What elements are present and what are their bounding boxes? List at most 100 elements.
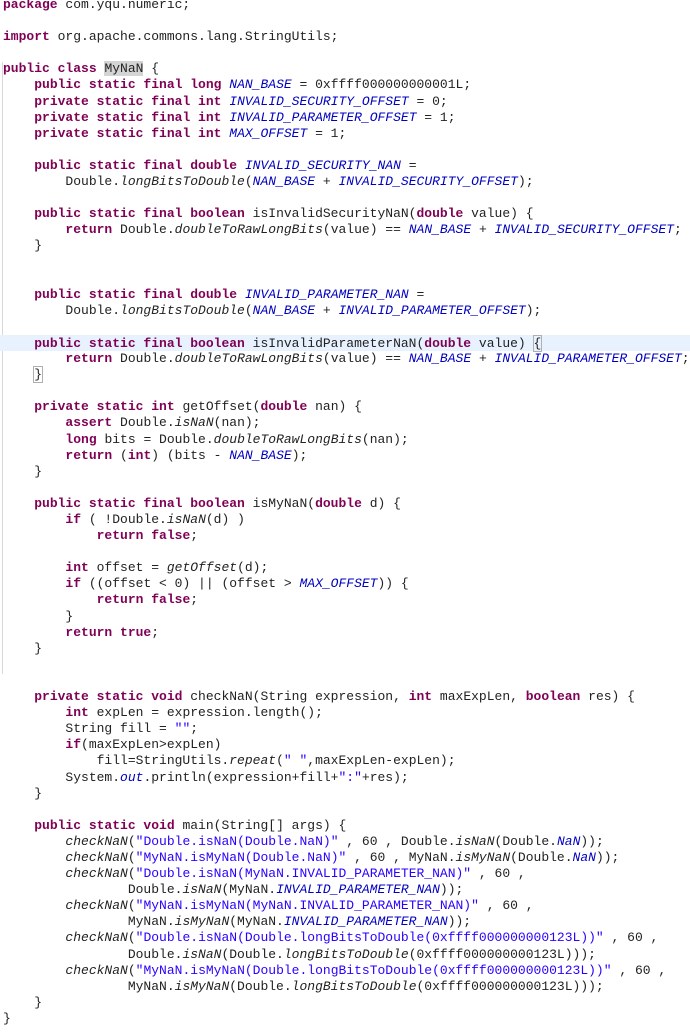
code-line[interactable]: System.out.println(expression+fill+":"+r… <box>3 770 690 786</box>
code-text: , 60 , <box>471 866 526 882</box>
code-line[interactable]: private static int getOffset(double nan)… <box>3 399 690 415</box>
code-line[interactable]: private static final int INVALID_SECURIT… <box>3 94 690 110</box>
keyword: double <box>315 495 362 511</box>
code-line[interactable]: MyNaN.isMyNaN(MyNaN.INVALID_PARAMETER_NA… <box>3 914 690 930</box>
code-text: ,maxExpLen-expLen); <box>307 753 456 769</box>
static-method: longBitsToDouble <box>120 302 245 318</box>
code-line[interactable]: Double.isNaN(Double.longBitsToDouble(0xf… <box>3 947 690 963</box>
code-line[interactable]: } <box>3 786 690 802</box>
code-line[interactable]: } <box>3 609 690 625</box>
code-line[interactable] <box>3 13 690 29</box>
code-line[interactable]: import org.apache.commons.lang.StringUti… <box>3 29 690 45</box>
code-line[interactable]: package com.yqu.numeric; <box>3 0 690 13</box>
code-line[interactable]: } <box>3 464 690 480</box>
string-literal: "" <box>174 721 191 737</box>
code-line[interactable]: } <box>3 995 690 1011</box>
static-method: isNaN <box>166 512 206 527</box>
code-line[interactable]: Double.longBitsToDouble(NAN_BASE + INVAL… <box>3 303 690 319</box>
code-line[interactable]: Double.longBitsToDouble(NAN_BASE + INVAL… <box>3 174 690 190</box>
string-literal: " " <box>283 753 308 769</box>
code-line[interactable]: int offset = getOffset(d); <box>3 560 690 576</box>
keyword: if <box>65 576 82 592</box>
code-line[interactable] <box>3 657 690 673</box>
code-line[interactable]: return false; <box>3 528 690 544</box>
code-line[interactable]: public static final boolean isMyNaN(doub… <box>3 496 690 512</box>
code-line[interactable] <box>3 802 690 818</box>
code-line[interactable]: public static void main(String[] args) { <box>3 818 690 834</box>
code-line[interactable]: private static final int INVALID_PARAMET… <box>3 110 690 126</box>
code-line[interactable] <box>3 271 690 287</box>
keyword: return true <box>65 624 152 640</box>
code-line[interactable] <box>3 480 690 496</box>
code-line[interactable]: public static final double INVALID_SECUR… <box>3 158 690 174</box>
keyword: int <box>408 689 433 705</box>
code-line[interactable]: return Double.doubleToRawLongBits(value)… <box>3 351 690 367</box>
code-text: ); <box>517 174 534 190</box>
code-line[interactable]: public static final long NAN_BASE = 0xff… <box>3 77 690 93</box>
code-text: } <box>3 640 43 656</box>
code-line[interactable] <box>3 142 690 158</box>
code-line[interactable]: checkNaN("MyNaN.isMyNaN(Double.NaN)" , 6… <box>3 850 690 866</box>
code-line[interactable]: public static final boolean isInvalidSec… <box>3 206 690 222</box>
code-editor[interactable]: package com.yqu.numeric; import org.apac… <box>0 0 690 1035</box>
string-literal: "MyNaN.isMyNaN(Double.longBitsToDouble(0… <box>135 962 612 978</box>
static-method: isNaN <box>182 946 222 962</box>
string-literal: "MyNaN.isMyNaN(MyNaN.INVALID_PARAMETER_N… <box>135 898 479 914</box>
constant: INVALID_SECURITY_OFFSET <box>229 93 409 109</box>
code-line[interactable]: long bits = Double.doubleToRawLongBits(n… <box>3 432 690 448</box>
code-line[interactable] <box>3 45 690 61</box>
code-line[interactable]: fill=StringUtils.repeat(" ",maxExpLen-ex… <box>3 753 690 769</box>
code-line[interactable]: private static void checkNaN(String expr… <box>3 689 690 705</box>
code-line[interactable] <box>3 255 690 271</box>
constant: INVALID_SECURITY_NAN <box>244 157 401 173</box>
code-line[interactable]: public class MyNaN { <box>3 61 690 77</box>
code-line[interactable]: public static final boolean isInvalidPar… <box>0 334 690 352</box>
code-text: (Double. <box>229 978 292 994</box>
code-line[interactable]: checkNaN("MyNaN.isMyNaN(Double.longBitsT… <box>3 963 690 979</box>
code-text: ( <box>276 753 284 769</box>
static-method: checkNaN <box>65 962 128 978</box>
code-line[interactable]: assert Double.isNaN(nan); <box>3 415 690 431</box>
constant: NaN <box>556 833 581 849</box>
code-line[interactable] <box>3 319 690 335</box>
code-line[interactable] <box>3 383 690 399</box>
code-text: isInvalidParameterNaN( <box>244 335 425 351</box>
code-line[interactable]: } <box>3 366 690 384</box>
code-line[interactable] <box>3 544 690 560</box>
code-line[interactable]: private static final int MAX_OFFSET = 1; <box>3 126 690 142</box>
code-line[interactable]: return (int) (bits - NAN_BASE); <box>3 448 690 464</box>
code-line[interactable]: checkNaN("Double.isNaN(Double.longBitsTo… <box>3 930 690 946</box>
code-line[interactable]: return false; <box>3 592 690 608</box>
code-line[interactable]: } <box>3 641 690 657</box>
code-line[interactable]: return Double.doubleToRawLongBits(value)… <box>3 222 690 238</box>
code-area[interactable]: package com.yqu.numeric; import org.apac… <box>0 0 690 1027</box>
code-line[interactable]: } <box>3 238 690 254</box>
code-text: ( !Double. <box>81 512 167 527</box>
code-line[interactable]: if(maxExpLen>expLen) <box>3 737 690 753</box>
code-line[interactable] <box>3 673 690 689</box>
code-text: isMyNaN( <box>244 495 316 511</box>
code-line[interactable]: if ((offset < 0) || (offset > MAX_OFFSET… <box>3 576 690 592</box>
matching-bracket: { <box>532 334 543 352</box>
code-line[interactable]: MyNaN.isMyNaN(Double.longBitsToDouble(0x… <box>3 979 690 995</box>
static-method: isNaN <box>174 415 214 431</box>
code-line[interactable]: String fill = ""; <box>3 721 690 737</box>
code-line[interactable]: Double.isNaN(MyNaN.INVALID_PARAMETER_NAN… <box>3 882 690 898</box>
constant: INVALID_SECURITY_OFFSET <box>338 174 518 190</box>
code-line[interactable]: int expLen = expression.length(); <box>3 705 690 721</box>
code-line[interactable]: } <box>3 1011 690 1027</box>
code-line[interactable]: public static final double INVALID_PARAM… <box>3 287 690 303</box>
code-line[interactable]: checkNaN("Double.isNaN(Double.NaN)" , 60… <box>3 834 690 850</box>
code-line[interactable]: return true; <box>3 625 690 641</box>
code-line[interactable] <box>3 190 690 206</box>
code-line[interactable]: checkNaN("MyNaN.isMyNaN(MyNaN.INVALID_PA… <box>3 898 690 914</box>
code-line[interactable]: checkNaN("Double.isNaN(MyNaN.INVALID_PAR… <box>3 866 690 882</box>
code-text: ( <box>127 898 136 914</box>
code-line[interactable]: if ( !Double.isNaN(d) ) <box>3 512 690 528</box>
keyword: public static final double <box>34 286 238 302</box>
